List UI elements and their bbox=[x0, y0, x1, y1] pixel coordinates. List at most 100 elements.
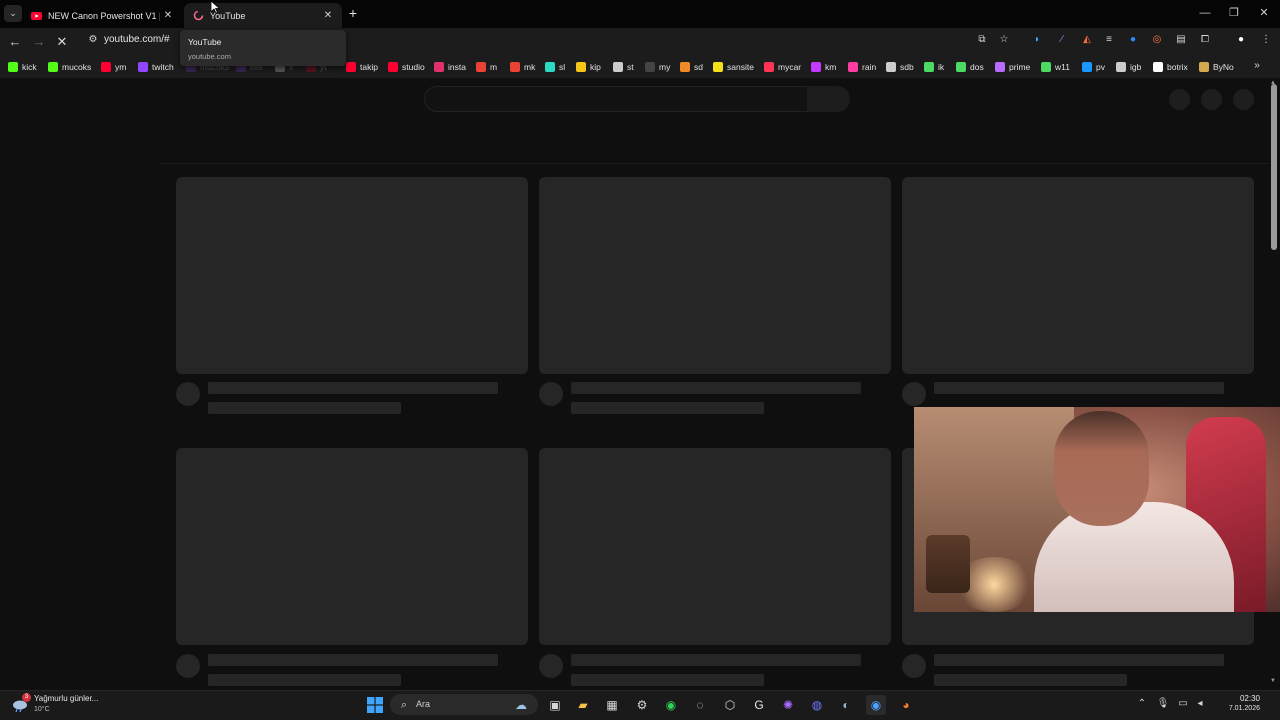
account-avatar-placeholder[interactable] bbox=[1233, 89, 1254, 110]
search-input-placeholder[interactable] bbox=[424, 86, 808, 112]
tab-youtube-video[interactable]: NEW Canon Powershot V1 | My ✕ bbox=[22, 3, 182, 28]
bookmark-dos[interactable]: dos bbox=[956, 60, 984, 74]
bookmark-mk[interactable]: mk bbox=[510, 60, 535, 74]
bookmark-sl[interactable]: sl bbox=[545, 60, 565, 74]
window-close-button[interactable]: ✕ bbox=[1249, 4, 1279, 22]
clock-time[interactable]: 02:30 bbox=[1220, 694, 1260, 703]
bookmark-my[interactable]: my bbox=[645, 60, 670, 74]
network-icon[interactable]: ▭ bbox=[1176, 697, 1190, 711]
back-icon[interactable]: ← bbox=[5, 32, 25, 52]
bookmark-sd[interactable]: sd bbox=[680, 60, 703, 74]
search-button-placeholder[interactable] bbox=[807, 86, 850, 112]
install-app-icon[interactable]: ⧉ bbox=[975, 33, 989, 47]
create-button-placeholder[interactable] bbox=[1169, 89, 1190, 110]
scroll-down-icon[interactable]: ▼ bbox=[1270, 678, 1278, 686]
twitch-icon bbox=[138, 62, 148, 72]
bookmark-mucoks[interactable]: mucoks bbox=[48, 60, 91, 74]
settings-icon[interactable]: ⚙ bbox=[632, 695, 652, 715]
video-thumbnail-placeholder[interactable] bbox=[176, 177, 528, 374]
bookmark-mycar[interactable]: mycar bbox=[764, 60, 801, 74]
hover-card-url: youtube.com bbox=[188, 52, 231, 61]
bookmark-byno[interactable]: ByNo bbox=[1199, 60, 1234, 74]
windows-start-icon[interactable] bbox=[365, 695, 385, 715]
extension-icon[interactable]: ◗ bbox=[1030, 33, 1044, 47]
microsoft-store-icon[interactable]: ▦ bbox=[602, 695, 622, 715]
clock-date[interactable]: 7.01.2026 bbox=[1210, 705, 1260, 712]
bookmark-st[interactable]: st bbox=[613, 60, 634, 74]
url-text[interactable]: youtube.com/# bbox=[104, 34, 170, 45]
volume-icon[interactable]: ◂ bbox=[1193, 697, 1207, 711]
weather-text[interactable]: Yağmurlu günler... bbox=[34, 694, 98, 703]
bookmark-label: my bbox=[659, 62, 671, 72]
app-icon[interactable]: ⬡ bbox=[720, 695, 740, 715]
my-icon bbox=[645, 62, 655, 72]
bookmark-sansite[interactable]: sansite bbox=[713, 60, 754, 74]
close-icon[interactable]: ✕ bbox=[320, 10, 336, 21]
page-scrollbar[interactable] bbox=[1271, 84, 1277, 250]
bookmark-studio[interactable]: studio bbox=[388, 60, 425, 74]
bookmark-label: mycar bbox=[778, 62, 802, 72]
bookmark-rain[interactable]: rain bbox=[848, 60, 876, 74]
channel-avatar-placeholder bbox=[176, 654, 200, 678]
bookmark-ym[interactable]: ym bbox=[101, 60, 126, 74]
github-icon bbox=[613, 62, 623, 72]
task-view-icon[interactable]: ▣ bbox=[545, 695, 565, 715]
file-explorer-icon[interactable]: ▰ bbox=[573, 695, 593, 715]
menu-kebab-icon[interactable]: ⋮ bbox=[1259, 33, 1273, 47]
bookmark-igb[interactable]: igb bbox=[1116, 60, 1141, 74]
video-thumbnail-placeholder[interactable] bbox=[539, 448, 891, 645]
bookmark-sdb[interactable]: sdb bbox=[886, 60, 914, 74]
bookmark-w11[interactable]: w11 bbox=[1041, 60, 1070, 74]
firefox-icon[interactable]: ◕ bbox=[896, 695, 916, 715]
logitech-icon[interactable]: G bbox=[749, 695, 769, 715]
forward-icon[interactable]: → bbox=[29, 32, 49, 52]
bookmark-label: sl bbox=[559, 62, 566, 72]
new-tab-button[interactable]: + bbox=[346, 5, 360, 22]
video-thumbnail-placeholder[interactable] bbox=[539, 177, 891, 374]
extension-icon[interactable]: ∕ bbox=[1055, 33, 1069, 47]
prime-icon bbox=[995, 62, 1005, 72]
tab-youtube-active[interactable]: YouTube ✕ bbox=[184, 3, 342, 28]
steam-icon[interactable]: ◐ bbox=[836, 695, 856, 715]
bookmark-insta[interactable]: insta bbox=[434, 60, 466, 74]
bookmark-takip[interactable]: takip bbox=[346, 60, 378, 74]
bookmark-km[interactable]: km bbox=[811, 60, 836, 74]
site-info-icon[interactable]: ⚙ bbox=[86, 33, 100, 47]
extension-icon[interactable]: ◎ bbox=[1150, 33, 1164, 47]
discord-icon[interactable]: ◍ bbox=[807, 695, 827, 715]
extension-icon[interactable]: ≡ bbox=[1102, 33, 1116, 47]
gmail-icon bbox=[510, 62, 520, 72]
bookmark-ik[interactable]: ik bbox=[924, 60, 944, 74]
bookmark-pv[interactable]: pv bbox=[1082, 60, 1105, 74]
extension-icon[interactable]: ▤ bbox=[1174, 33, 1188, 47]
bookmark-botrix[interactable]: botrix bbox=[1153, 60, 1188, 74]
bookmark-star-icon[interactable]: ☆ bbox=[997, 33, 1011, 47]
app-icon[interactable]: ✺ bbox=[778, 695, 798, 715]
minimize-button[interactable]: — bbox=[1190, 4, 1220, 22]
profile-avatar-icon[interactable]: ● bbox=[1234, 33, 1248, 47]
bookmark-m[interactable]: m bbox=[476, 60, 497, 74]
tab-search-button[interactable]: ⌄ bbox=[4, 5, 22, 22]
microphone-icon[interactable]: 🎙 bbox=[1156, 697, 1170, 711]
headset-app-icon[interactable]: ◉ bbox=[661, 695, 681, 715]
botrix-icon bbox=[1153, 62, 1163, 72]
bookmark-kip[interactable]: kip bbox=[576, 60, 601, 74]
video-thumbnail-placeholder[interactable] bbox=[902, 177, 1254, 374]
bookmark-label: studio bbox=[402, 62, 425, 72]
bookmarks-overflow-icon[interactable]: » bbox=[1250, 59, 1264, 73]
rain-icon bbox=[848, 62, 858, 72]
extension-icon[interactable]: ◭ bbox=[1080, 33, 1094, 47]
close-icon[interactable]: ✕ bbox=[160, 10, 176, 21]
chrome-icon[interactable]: ◉ bbox=[866, 695, 886, 715]
video-thumbnail-placeholder[interactable] bbox=[176, 448, 528, 645]
bookmark-prime[interactable]: prime bbox=[995, 60, 1030, 74]
extension-icon[interactable]: ● bbox=[1126, 33, 1140, 47]
stop-loading-icon[interactable]: ✕ bbox=[52, 32, 72, 52]
extensions-puzzle-icon[interactable]: ⧠ bbox=[1198, 33, 1212, 47]
app-icon[interactable]: ◌ bbox=[690, 695, 710, 715]
tray-overflow-icon[interactable]: ⌃ bbox=[1135, 697, 1149, 711]
maximize-button[interactable]: ❐ bbox=[1219, 4, 1249, 22]
bookmark-kick[interactable]: kick bbox=[8, 60, 37, 74]
notifications-placeholder[interactable] bbox=[1201, 89, 1222, 110]
bookmark-twitch[interactable]: twitch bbox=[138, 60, 174, 74]
